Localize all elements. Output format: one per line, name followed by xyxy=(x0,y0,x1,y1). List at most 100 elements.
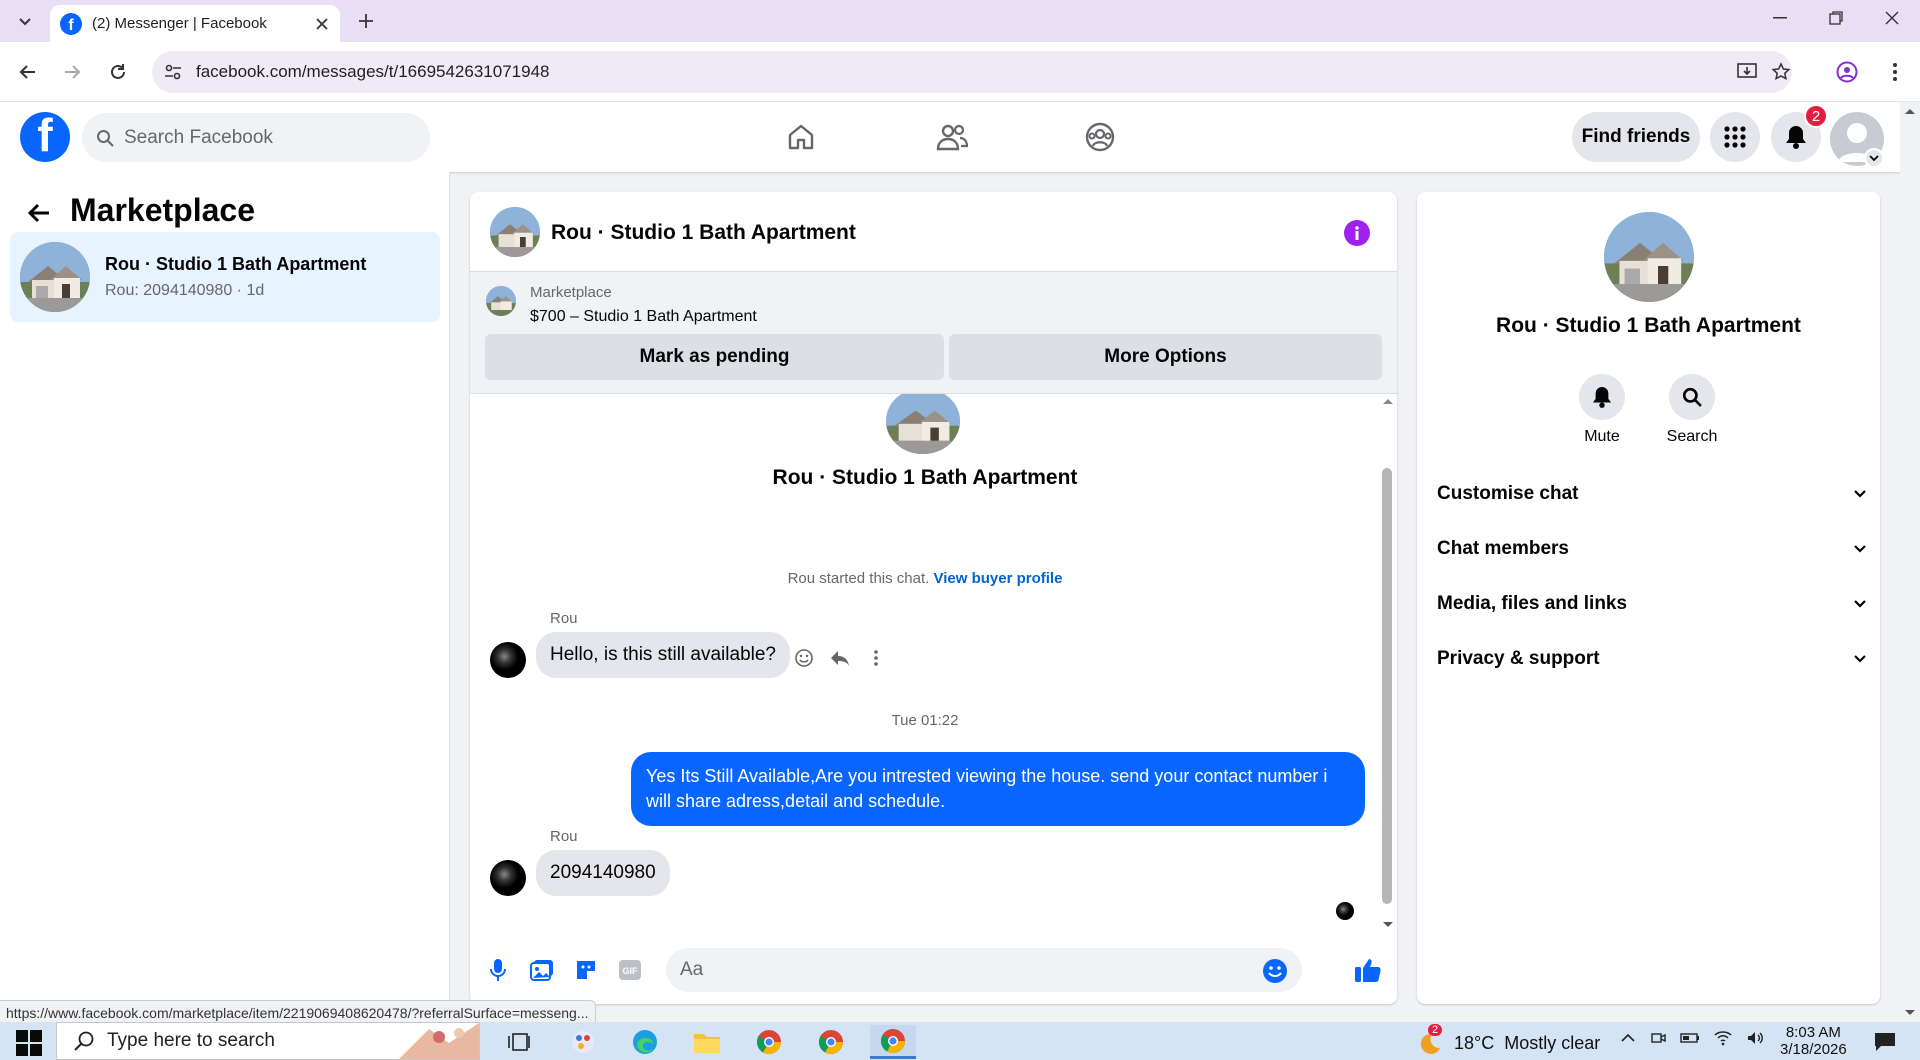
task-view-button[interactable] xyxy=(496,1025,542,1059)
grid-menu-icon xyxy=(1724,126,1746,148)
facebook-logo[interactable]: f xyxy=(20,112,70,162)
back-button[interactable] xyxy=(13,57,43,87)
forward-button[interactable] xyxy=(57,57,87,87)
smiley-icon xyxy=(795,649,813,667)
chrome-icon xyxy=(818,1030,843,1055)
mute-button[interactable] xyxy=(1579,374,1625,420)
site-info-icon[interactable] xyxy=(162,61,184,83)
emoji-icon[interactable] xyxy=(1262,958,1288,984)
sticker-button[interactable] xyxy=(572,956,600,984)
sender-avatar[interactable] xyxy=(490,860,526,896)
chat-started-note: Rou started this chat. View buyer profil… xyxy=(470,570,1380,587)
chat-avatar[interactable] xyxy=(490,207,540,257)
system-tray xyxy=(1620,1030,1764,1046)
find-friends-button[interactable]: Find friends xyxy=(1572,112,1700,162)
view-buyer-profile-link[interactable]: View buyer profile xyxy=(933,570,1062,587)
mute-action[interactable]: Mute xyxy=(1562,374,1642,446)
react-icon[interactable] xyxy=(792,646,816,670)
gif-icon: GIF xyxy=(619,960,641,980)
taskbar-app-chrome-2[interactable] xyxy=(808,1025,854,1059)
search-label: Search xyxy=(1666,428,1718,445)
mark-as-pending-button[interactable]: Mark as pending xyxy=(485,334,944,380)
taskbar-app-file-explorer[interactable] xyxy=(684,1025,730,1059)
clock-date: 3/18/2026 xyxy=(1780,1041,1847,1058)
section-media-files-links[interactable]: Media, files and links xyxy=(1437,584,1867,624)
house-image-icon xyxy=(20,242,90,312)
install-app-icon[interactable] xyxy=(1736,61,1758,83)
taskbar-app-paint[interactable] xyxy=(560,1025,606,1059)
info-icon[interactable] xyxy=(1344,220,1370,246)
notification-center-button[interactable] xyxy=(1862,1025,1908,1059)
tab-search-dropdown[interactable] xyxy=(12,8,38,34)
bookmark-star-icon[interactable] xyxy=(1770,61,1792,83)
taskbar-app-chrome-active[interactable] xyxy=(870,1025,916,1059)
chat-panel: Rou · Studio 1 Bath Apartment Marketplac… xyxy=(470,192,1397,1004)
reload-button[interactable] xyxy=(103,57,133,87)
weather-widget[interactable]: 2 18°C Mostly clear xyxy=(1414,1024,1600,1056)
message-sender: Rou xyxy=(550,828,578,845)
close-window-button[interactable] xyxy=(1864,0,1920,36)
windows-start-icon[interactable] xyxy=(16,1030,42,1056)
conversation-item[interactable]: Rou · Studio 1 Bath Apartment Rou: 20941… xyxy=(10,232,440,322)
gif-button[interactable]: GIF xyxy=(616,956,644,984)
incoming-message[interactable]: Hello, is this still available? xyxy=(536,632,790,678)
taskbar-clock[interactable]: 8:03 AM 3/18/2026 xyxy=(1780,1024,1847,1058)
meet-icon[interactable] xyxy=(1650,1030,1666,1046)
message-input-wrapper[interactable] xyxy=(666,948,1302,992)
listing-thumbnail[interactable] xyxy=(486,286,516,316)
address-bar[interactable]: facebook.com/messages/t/1669542631071948 xyxy=(152,51,1792,93)
nav-groups[interactable] xyxy=(1072,112,1128,162)
listing-price-title[interactable]: $700 – Studio 1 Bath Apartment xyxy=(530,308,757,326)
chevron-down-icon xyxy=(1854,490,1866,498)
minimize-icon xyxy=(1773,17,1787,19)
search-action[interactable]: Search xyxy=(1652,374,1732,446)
message-input[interactable] xyxy=(680,959,1240,981)
microphone-icon xyxy=(490,959,506,981)
page-scrollbar[interactable] xyxy=(1900,102,1920,1022)
like-button[interactable] xyxy=(1354,956,1382,984)
groups-icon xyxy=(1085,122,1115,152)
nav-home[interactable] xyxy=(773,112,829,162)
wifi-icon[interactable] xyxy=(1714,1030,1732,1046)
house-image-icon xyxy=(486,286,516,316)
listing-label: Marketplace xyxy=(530,284,612,301)
reply-icon[interactable] xyxy=(828,646,852,670)
section-customise-chat[interactable]: Customise chat xyxy=(1437,474,1867,514)
chevron-down-icon xyxy=(1854,545,1866,553)
chevron-up-icon[interactable] xyxy=(1620,1030,1636,1046)
more-actions-icon[interactable] xyxy=(864,646,888,670)
voice-clip-button[interactable] xyxy=(484,956,512,984)
section-privacy-support[interactable]: Privacy & support xyxy=(1437,639,1867,679)
tab-close-button[interactable] xyxy=(310,12,334,36)
outgoing-message[interactable]: Yes Its Still Available,Are you intreste… xyxy=(631,752,1365,826)
url-text[interactable]: facebook.com/messages/t/1669542631071948 xyxy=(196,62,549,82)
account-caret[interactable] xyxy=(1864,148,1884,168)
chat-title[interactable]: Rou · Studio 1 Bath Apartment xyxy=(551,221,856,245)
incoming-message[interactable]: 2094140980 xyxy=(536,850,670,896)
battery-icon[interactable] xyxy=(1680,1030,1700,1046)
volume-icon[interactable] xyxy=(1746,1030,1764,1046)
browser-tab-active[interactable]: f (2) Messenger | Facebook xyxy=(50,5,340,42)
conversation-preview: Rou: 2094140980 · 1d xyxy=(105,282,265,299)
restore-window-button[interactable] xyxy=(1808,0,1864,36)
minimize-window-button[interactable] xyxy=(1752,0,1808,36)
browser-menu-button[interactable] xyxy=(1880,57,1910,87)
back-button[interactable] xyxy=(22,196,56,230)
thread-scrollbar-thumb[interactable] xyxy=(1382,468,1392,904)
search-in-conversation-button[interactable] xyxy=(1669,374,1715,420)
taskbar-search[interactable] xyxy=(56,1022,480,1060)
search-input[interactable] xyxy=(124,126,414,149)
facebook-search[interactable] xyxy=(82,113,430,162)
taskbar-app-edge[interactable] xyxy=(622,1025,668,1059)
sender-avatar[interactable] xyxy=(490,642,526,678)
nav-friends[interactable] xyxy=(924,112,980,162)
taskbar-search-input[interactable] xyxy=(107,1030,347,1052)
section-chat-members[interactable]: Chat members xyxy=(1437,529,1867,569)
new-tab-button[interactable] xyxy=(352,7,380,35)
chrome-profile-button[interactable] xyxy=(1832,57,1862,87)
taskbar-app-chrome-1[interactable] xyxy=(746,1025,792,1059)
more-options-button[interactable]: More Options xyxy=(949,334,1382,380)
attach-photo-button[interactable] xyxy=(528,956,556,984)
weather-badge: 2 xyxy=(1428,1024,1443,1036)
menu-button[interactable] xyxy=(1710,112,1760,162)
